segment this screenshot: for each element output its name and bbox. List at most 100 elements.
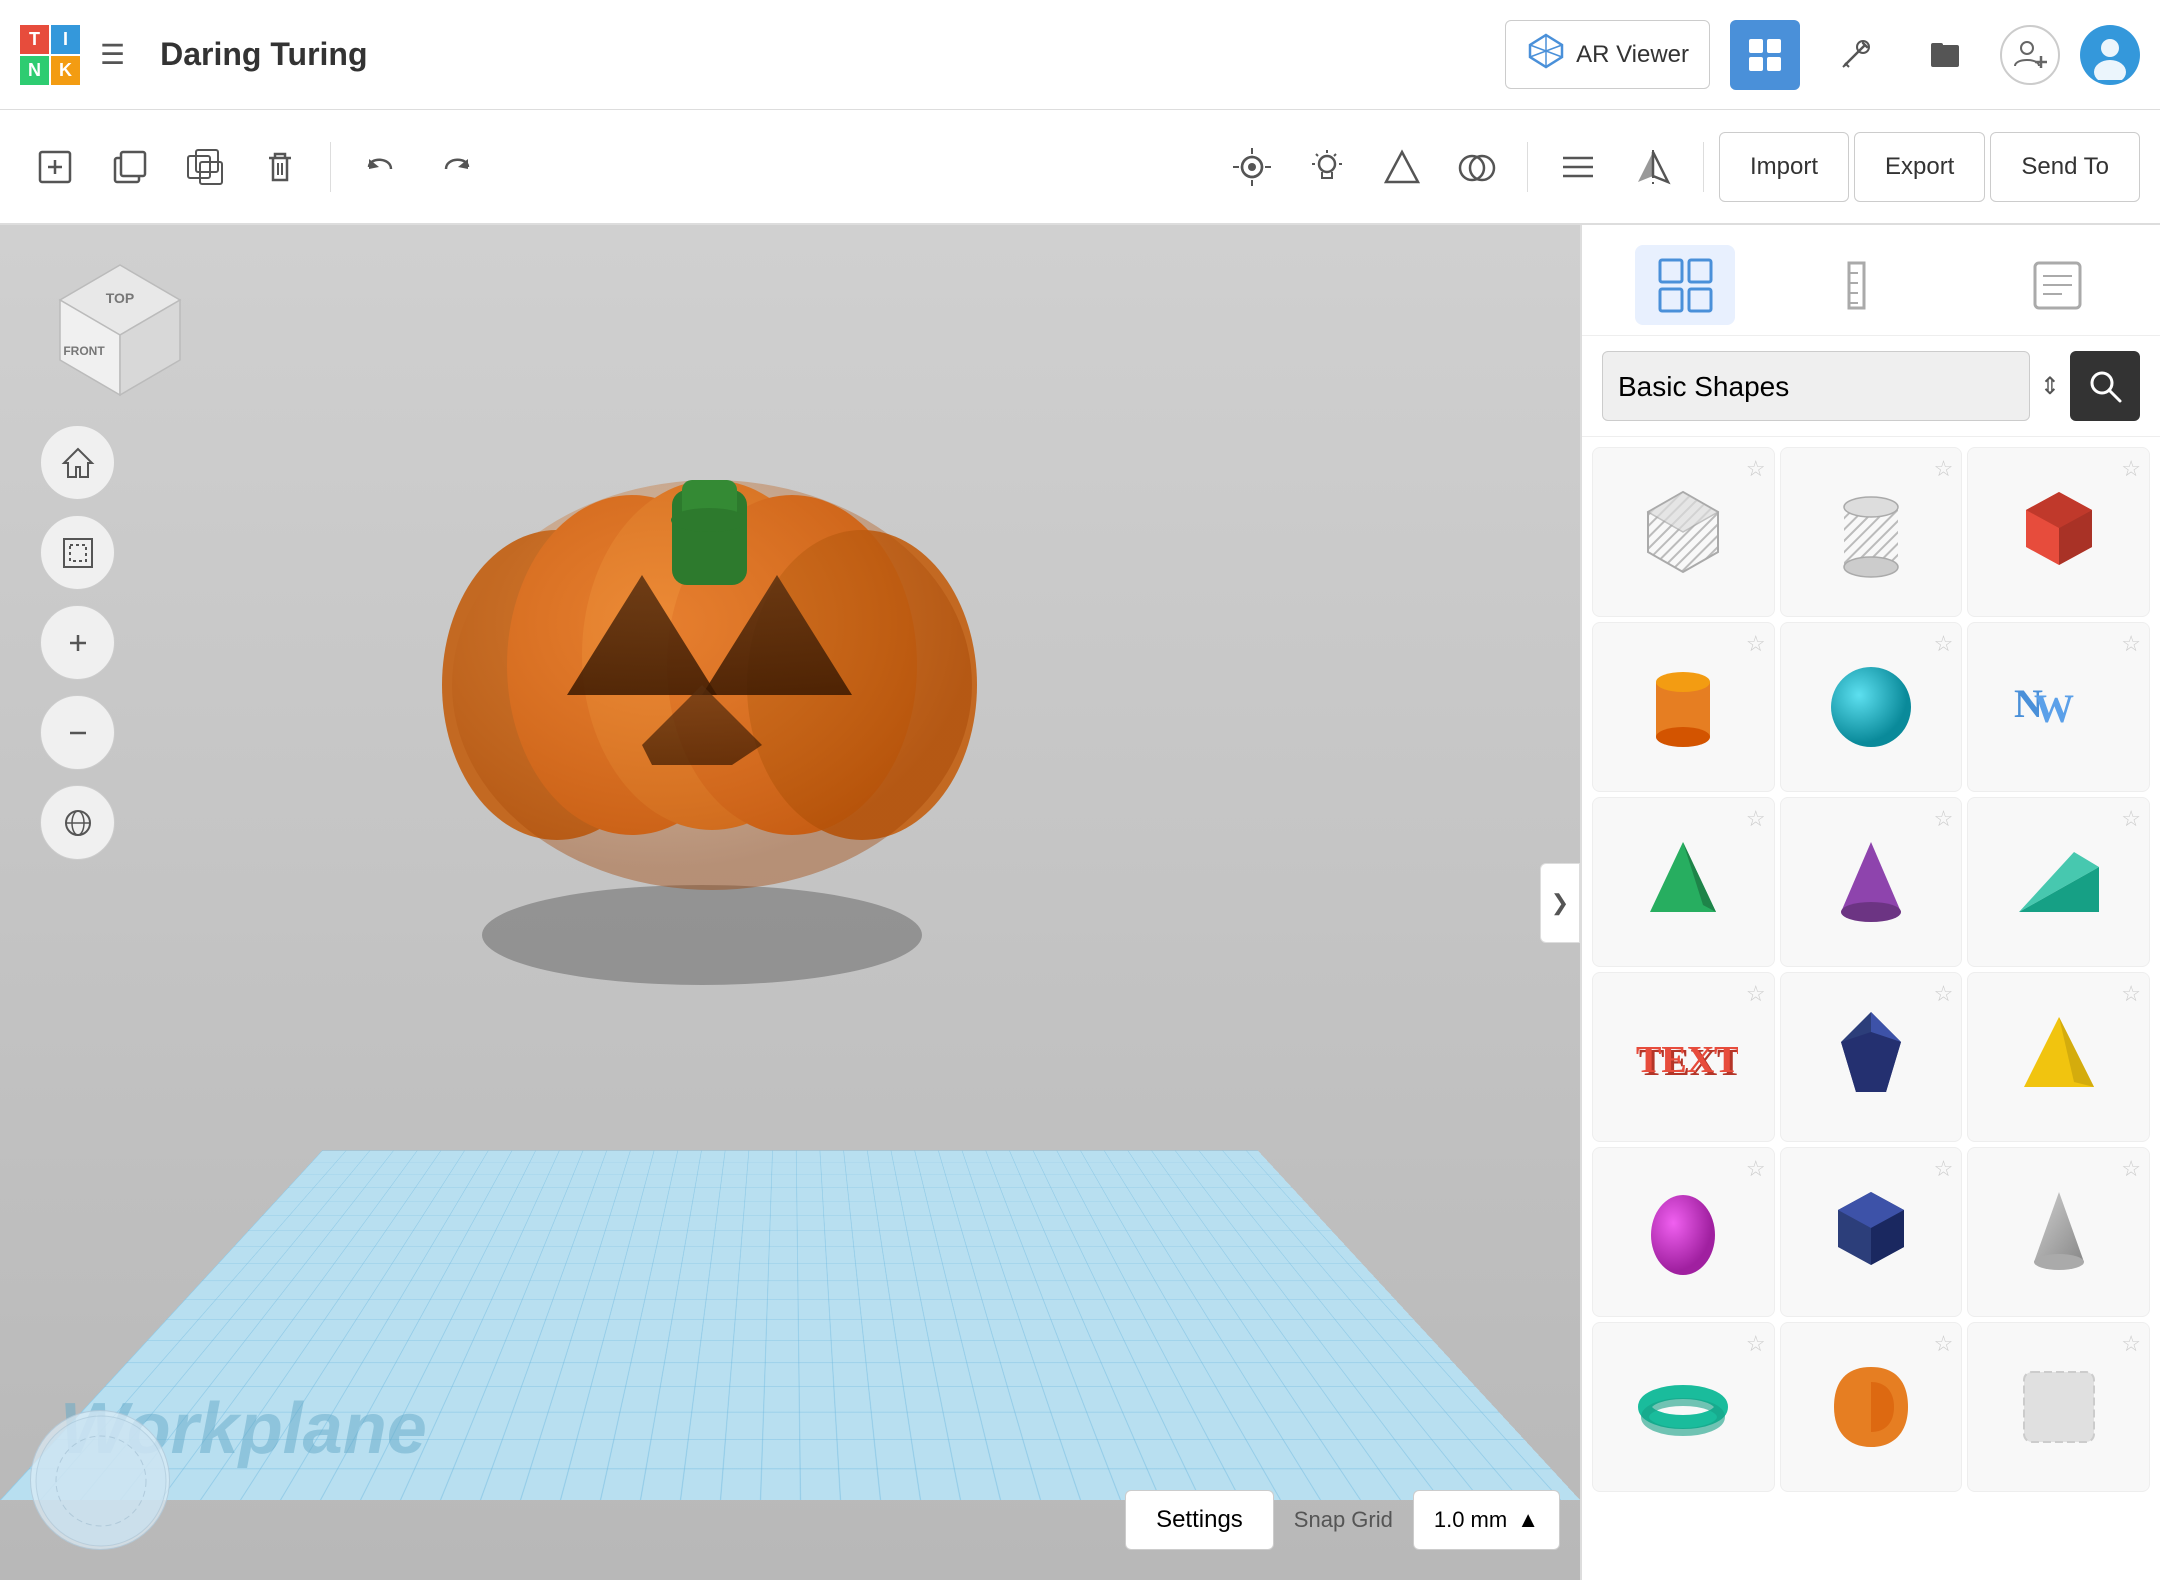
pumpkin-model[interactable]	[382, 305, 1062, 985]
tab-shapes-grid[interactable]	[1635, 245, 1735, 325]
shapes-row-5: ☆ ☆	[1592, 1147, 2150, 1317]
flip-button[interactable]	[1618, 132, 1688, 202]
files-button[interactable]	[1910, 20, 1980, 90]
shape-item-placeholder[interactable]: ☆	[1967, 1322, 2150, 1492]
delete-button[interactable]	[245, 132, 315, 202]
favorite-star-13[interactable]: ☆	[1746, 1156, 1766, 1182]
shape-item-magenta-egg[interactable]: ☆	[1592, 1147, 1775, 1317]
ar-viewer-button[interactable]: AR Viewer	[1505, 20, 1710, 89]
perspective-button[interactable]	[40, 785, 115, 860]
shapes-button[interactable]	[1367, 132, 1437, 202]
copy-button[interactable]	[95, 132, 165, 202]
camera-button[interactable]	[1217, 132, 1287, 202]
redo-button[interactable]	[421, 132, 491, 202]
tab-ruler[interactable]	[1821, 245, 1921, 325]
favorite-star-15[interactable]: ☆	[2121, 1156, 2141, 1182]
top-bar: T I N K ☰ Daring Turing AR Viewer	[0, 0, 2160, 110]
user-avatar[interactable]	[2080, 25, 2140, 85]
favorite-star-5[interactable]: ☆	[1934, 631, 1954, 657]
shape-category-dropdown[interactable]: Basic Shapes Letters Math Animals	[1602, 351, 2030, 421]
view-cube[interactable]: TOP FRONT	[40, 255, 200, 415]
undo-button[interactable]	[346, 132, 416, 202]
shape-item-purple-cone[interactable]: ☆	[1780, 797, 1963, 967]
search-shapes-button[interactable]	[2070, 351, 2140, 421]
export-button[interactable]: Export	[1854, 132, 1985, 202]
send-to-button[interactable]: Send To	[1990, 132, 2140, 202]
shape-item-navy-box[interactable]: ☆	[1780, 1147, 1963, 1317]
shape-item-red-box[interactable]: ☆	[1967, 447, 2150, 617]
svg-text:TEXT: TEXT	[1636, 1039, 1738, 1081]
home-button[interactable]	[40, 425, 115, 500]
shapes-row-4: ☆ TEXT TEXT TEXT ☆	[1592, 972, 2150, 1142]
shape-item-blue-gem[interactable]: ☆	[1780, 972, 1963, 1142]
svg-text:TOP: TOP	[106, 290, 135, 306]
ar-icon	[1526, 31, 1566, 78]
import-button[interactable]: Import	[1719, 132, 1849, 202]
favorite-star-17[interactable]: ☆	[1934, 1331, 1954, 1357]
favorite-star-3[interactable]: ☆	[2121, 456, 2141, 482]
shape-item-text-3d[interactable]: ☆ N W	[1967, 622, 2150, 792]
favorite-star-4[interactable]: ☆	[1746, 631, 1766, 657]
grid-view-button[interactable]	[1730, 20, 1800, 90]
shape-item-orange-cylinder[interactable]: ☆	[1592, 622, 1775, 792]
logo: T I N K	[20, 25, 80, 85]
shape-selector: Basic Shapes Letters Math Animals ⇕	[1582, 336, 2160, 437]
settings-button[interactable]: Settings	[1125, 1490, 1274, 1550]
menu-icon[interactable]: ☰	[100, 38, 125, 71]
favorite-star-2[interactable]: ☆	[1934, 456, 1954, 482]
panel-tabs	[1582, 225, 2160, 336]
shape-item-teal-sphere[interactable]: ☆	[1780, 622, 1963, 792]
zoom-out-button[interactable]	[40, 695, 115, 770]
shape-item-teal-torus[interactable]: ☆	[1592, 1322, 1775, 1492]
tab-notes[interactable]	[2007, 245, 2107, 325]
dropdown-arrow-icon: ⇕	[2040, 372, 2060, 401]
favorite-star-16[interactable]: ☆	[1746, 1331, 1766, 1357]
viewport[interactable]: Workplane	[0, 225, 1580, 1580]
shapes-row-2: ☆ ☆	[1592, 622, 2150, 792]
shape-item-orange-shape[interactable]: ☆	[1780, 1322, 1963, 1492]
favorite-star-9[interactable]: ☆	[2121, 806, 2141, 832]
favorite-star-8[interactable]: ☆	[1934, 806, 1954, 832]
ar-viewer-label: AR Viewer	[1576, 41, 1689, 69]
shape-item-red-text[interactable]: ☆ TEXT TEXT TEXT	[1592, 972, 1775, 1142]
left-controls	[40, 425, 115, 860]
shape-item-yellow-pyramid[interactable]: ☆	[1967, 972, 2150, 1142]
separator-1	[330, 142, 331, 192]
snap-arrow-icon: ▲	[1517, 1507, 1539, 1533]
favorite-star-7[interactable]: ☆	[1746, 806, 1766, 832]
add-user-button[interactable]	[2000, 25, 2060, 85]
shape-item-striped-cylinder[interactable]: ☆	[1780, 447, 1963, 617]
favorite-star-11[interactable]: ☆	[1934, 981, 1954, 1007]
right-panel: Basic Shapes Letters Math Animals ⇕ ☆	[1580, 225, 2160, 1580]
compass[interactable]	[30, 1410, 170, 1550]
view-cube-svg: TOP FRONT	[40, 255, 200, 415]
toolbar: Import Export Send To	[0, 110, 2160, 225]
favorite-star-18[interactable]: ☆	[2121, 1331, 2141, 1357]
favorite-star-10[interactable]: ☆	[1746, 981, 1766, 1007]
align-button[interactable]	[1543, 132, 1613, 202]
light-button[interactable]	[1292, 132, 1362, 202]
frame-button[interactable]	[40, 515, 115, 590]
subtract-button[interactable]	[1442, 132, 1512, 202]
zoom-in-button[interactable]	[40, 605, 115, 680]
snap-value-text: 1.0 mm	[1434, 1507, 1507, 1533]
canvas-area: Workplane	[0, 225, 1580, 1580]
favorite-star-6[interactable]: ☆	[2121, 631, 2141, 657]
separator-2	[1527, 142, 1528, 192]
duplicate-button[interactable]	[170, 132, 240, 202]
shapes-row-3: ☆ ☆ ☆	[1592, 797, 2150, 967]
favorite-star-14[interactable]: ☆	[1934, 1156, 1954, 1182]
shape-item-green-pyramid[interactable]: ☆	[1592, 797, 1775, 967]
favorite-star-1[interactable]: ☆	[1746, 456, 1766, 482]
shape-item-teal-wedge[interactable]: ☆	[1967, 797, 2150, 967]
favorite-star-12[interactable]: ☆	[2121, 981, 2141, 1007]
logo-k: K	[51, 56, 80, 85]
tools-button[interactable]	[1820, 20, 1890, 90]
snap-value-dropdown[interactable]: 1.0 mm ▲	[1413, 1490, 1560, 1550]
shapes-row-6: ☆ ☆ ☆	[1592, 1322, 2150, 1492]
shape-item-grey-cone[interactable]: ☆	[1967, 1147, 2150, 1317]
new-button[interactable]	[20, 132, 90, 202]
logo-i: I	[51, 25, 80, 54]
panel-collapse-button[interactable]: ❯	[1540, 863, 1580, 943]
shape-item-striped-box[interactable]: ☆	[1592, 447, 1775, 617]
